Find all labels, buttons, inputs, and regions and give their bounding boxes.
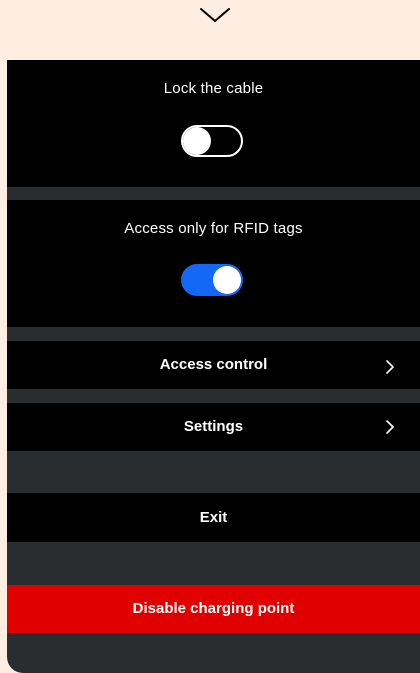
disable-charging-point-button[interactable]: Disable charging point xyxy=(7,585,420,633)
toggle-knob xyxy=(213,266,241,294)
lock-cable-label: Lock the cable xyxy=(163,80,264,97)
control-panel: Lock the cable Access only for RFID tags… xyxy=(7,60,420,673)
exit-button[interactable]: Exit xyxy=(7,493,420,542)
lock-cable-section: Lock the cable xyxy=(7,60,420,187)
settings-row[interactable]: Settings xyxy=(7,403,420,451)
chevron-right-icon xyxy=(386,420,394,434)
rfid-only-toggle[interactable] xyxy=(181,264,243,296)
access-control-row[interactable]: Access control xyxy=(7,341,420,389)
chevron-right-icon xyxy=(386,360,394,374)
lock-cable-toggle[interactable] xyxy=(181,125,243,157)
toggle-knob xyxy=(183,127,211,155)
rfid-only-section: Access only for RFID tags xyxy=(7,200,420,327)
settings-label: Settings xyxy=(183,418,244,435)
collapse-button[interactable] xyxy=(195,0,235,30)
page: Lock the cable Access only for RFID tags… xyxy=(0,0,420,673)
access-control-label: Access control xyxy=(159,356,268,373)
disable-charging-point-label: Disable charging point xyxy=(132,600,295,617)
exit-label: Exit xyxy=(199,509,228,526)
rfid-only-label: Access only for RFID tags xyxy=(124,220,303,237)
chevron-down-icon xyxy=(200,8,230,22)
